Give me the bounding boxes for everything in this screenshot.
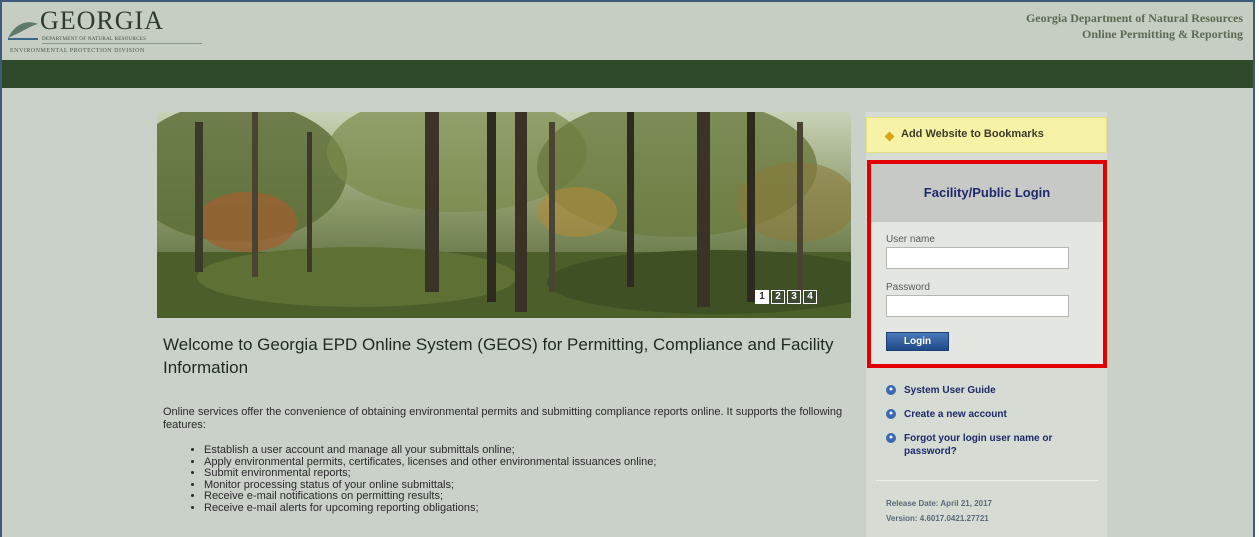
username-label: User name [886,234,935,245]
list-item: Establish a user account and manage all … [204,444,656,457]
release-date: Release Date: April 21, 2017 [886,499,992,508]
main-content: 1 2 3 4 Welcome to Georgia EPD Online Sy… [2,88,1253,537]
bookmark-label: Add Website to Bookmarks [901,128,1044,140]
link-label: Create a new account [904,409,1007,420]
link-label: System User Guide [904,385,996,396]
globe-icon: ● [886,385,896,395]
version-number: Version: 4.6017.0421.27721 [886,514,989,523]
logo-divider [42,43,202,44]
globe-icon: ● [886,433,896,443]
hero-slideshow: 1 2 3 4 [157,112,851,318]
slide-pager: 1 2 3 4 [755,290,817,304]
list-item: Receive e-mail alerts for upcoming repor… [204,502,656,515]
welcome-heading: Welcome to Georgia EPD Online System (GE… [163,335,834,377]
release-info: Release Date: April 21, 2017 Version: 4.… [886,496,992,526]
org-title: Georgia Department of Natural Resources … [1026,10,1243,42]
login-title: Facility/Public Login [923,185,1051,200]
site-header: GEORGIA DEPARTMENT OF NATURAL RESOURCES … [2,2,1253,60]
nav-bar [2,60,1253,88]
sidebar-divider [876,480,1098,481]
forest-image [157,112,851,318]
logo-title: GEORGIA [40,6,164,35]
slide-2-button[interactable]: 2 [771,290,785,304]
globe-icon: ● [886,409,896,419]
slide-4-button[interactable]: 4 [803,290,817,304]
bookmark-icon [884,131,895,142]
feature-list: Establish a user account and manage all … [188,444,656,515]
intro-text: Online services offer the convenience of… [163,406,843,431]
password-input[interactable] [886,295,1069,317]
password-label: Password [886,282,930,293]
login-panel: Facility/Public Login User name Password… [867,160,1107,368]
login-header: Facility/Public Login [871,164,1103,222]
browser-frame: GEORGIA DEPARTMENT OF NATURAL RESOURCES … [0,0,1255,537]
georgia-logo[interactable]: GEORGIA DEPARTMENT OF NATURAL RESOURCES … [8,6,208,58]
slide-3-button[interactable]: 3 [787,290,801,304]
org-line-2: Online Permitting & Reporting [1082,27,1243,41]
logo-subtitle: DEPARTMENT OF NATURAL RESOURCES [42,37,147,42]
slide-1-button[interactable]: 1 [755,290,769,304]
login-button[interactable]: Login [886,332,949,351]
org-line-1: Georgia Department of Natural Resources [1025,11,1243,25]
add-bookmark-button[interactable]: Add Website to Bookmarks [866,117,1107,153]
link-label: Forgot your login user name or password? [904,433,1053,457]
leaf-icon [8,22,38,40]
username-input[interactable] [886,247,1069,269]
logo-division: ENVIRONMENTAL PROTECTION DIVISION [10,48,145,54]
